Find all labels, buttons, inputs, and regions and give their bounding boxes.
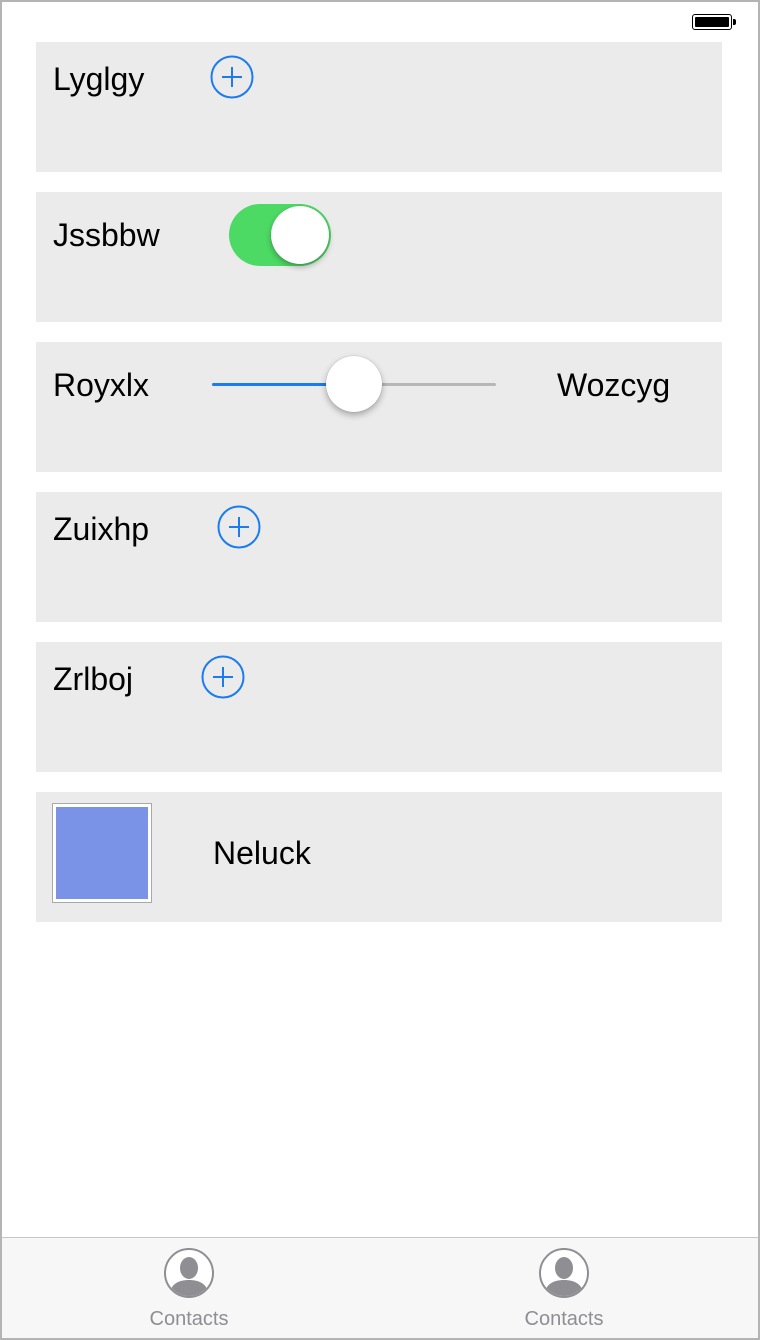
row-label: Royxlx <box>53 367 150 403</box>
row-zuixhp: Zuixhp <box>36 492 722 622</box>
toggle-knob <box>271 206 329 264</box>
row-royxlx: Royxlx Wozcyg <box>36 342 722 472</box>
tab-label: Contacts <box>524 1308 604 1330</box>
row-label: Neluck <box>213 835 311 871</box>
tab-bar: Contacts Contacts <box>2 1237 758 1338</box>
tab-label: Contacts <box>149 1308 229 1330</box>
contact-person-icon <box>539 1248 589 1298</box>
row-label: Zrlboj <box>53 661 134 697</box>
contact-person-icon <box>164 1248 214 1298</box>
slider-thumb[interactable] <box>326 356 382 412</box>
add-circle-icon[interactable] <box>217 505 261 549</box>
add-circle-icon[interactable] <box>201 655 245 699</box>
image-thumbnail[interactable] <box>52 803 152 903</box>
row-neluck: Neluck <box>36 792 722 922</box>
row-label: Jssbbw <box>53 217 160 253</box>
app-screen: Lyglgy Jssbbw Royxlx Wozcyg Zuixhp Zrlbo… <box>0 0 760 1340</box>
battery-full-icon <box>692 14 736 32</box>
row-lyglgy: Lyglgy <box>36 42 722 172</box>
toggle-switch[interactable] <box>229 204 331 266</box>
tab-contacts-2[interactable]: Contacts <box>464 1238 664 1338</box>
row-zrlboj: Zrlboj <box>36 642 722 772</box>
value-slider[interactable] <box>212 356 496 412</box>
row-label: Zuixhp <box>53 511 150 547</box>
row-label: Lyglgy <box>53 61 145 97</box>
row-jssbbw: Jssbbw <box>36 192 722 322</box>
tab-contacts-1[interactable]: Contacts <box>89 1238 289 1338</box>
slider-trailing-label: Wozcyg <box>557 367 671 403</box>
add-circle-icon[interactable] <box>210 55 254 99</box>
